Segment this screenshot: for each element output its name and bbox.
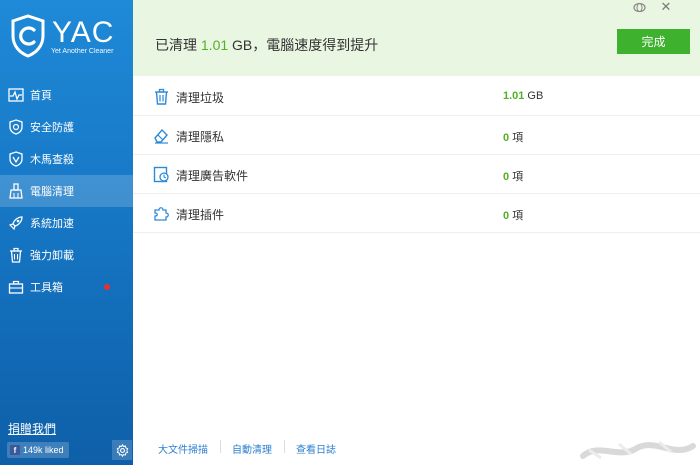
result-row-junk: 清理垃圾 1.01 GB: [133, 77, 700, 116]
sidebar-item-toolbox[interactable]: 工具箱: [0, 271, 133, 303]
trash-icon: [8, 247, 24, 263]
close-icon: ✕: [660, 0, 672, 14]
skin-button[interactable]: [629, 0, 649, 14]
result-value: 1.01 GB: [503, 90, 544, 102]
result-list: 清理垃圾 1.01 GB 清理隱私 0項 清理廣告軟件 0項 清理插件 0項: [133, 77, 700, 233]
sidebar-item-trojan-scan[interactable]: 木馬查殺: [0, 143, 133, 175]
result-row-plugins: 清理插件 0項: [133, 194, 700, 233]
cleaned-amount: 1.01: [200, 37, 229, 53]
clean-result-title: 已清理 1.01 GB，電腦速度得到提升: [155, 35, 378, 55]
view-log-link[interactable]: 查看日誌: [296, 441, 336, 456]
result-header: 已清理 1.01 GB，電腦速度得到提升 完成 ✕: [133, 0, 700, 76]
close-button[interactable]: ✕: [656, 0, 676, 14]
facebook-like-button[interactable]: f 149k liked: [7, 442, 69, 458]
puzzle-icon: [153, 205, 170, 222]
title-prefix: 已清理: [155, 37, 197, 53]
sidebar-item-speedup[interactable]: 系統加速: [0, 207, 133, 239]
settings-button[interactable]: [112, 440, 132, 460]
watermark-image: [580, 440, 696, 460]
result-row-adware: 清理廣告軟件 0項: [133, 155, 700, 194]
footer-divider: [284, 440, 285, 453]
footer-divider: [220, 440, 221, 453]
facebook-likes: 149k liked: [23, 445, 64, 455]
sidebar-item-label: 安全防護: [30, 122, 74, 134]
done-button[interactable]: 完成: [617, 29, 690, 54]
sidebar-item-label: 首頁: [30, 90, 52, 102]
gear-icon: [116, 443, 128, 457]
sidebar-nav: 首頁 安全防護 木馬查殺 電腦清理 系統加速 強力卸載 工具箱: [0, 79, 133, 303]
eraser-icon: [153, 127, 170, 144]
shield-icon: [8, 119, 24, 135]
result-value: 0項: [503, 132, 524, 144]
result-row-privacy: 清理隱私 0項: [133, 116, 700, 155]
sidebar-item-label: 強力卸載: [30, 250, 74, 262]
sidebar: YAC Yet Another Cleaner 首頁 安全防護 木馬查殺 電腦清…: [0, 0, 133, 465]
result-value: 0項: [503, 171, 524, 183]
main-panel: 已清理 1.01 GB，電腦速度得到提升 完成 ✕ 清理垃圾 1.01 GB 清…: [133, 0, 700, 465]
notification-dot: [104, 284, 110, 290]
skin-icon: [632, 2, 646, 12]
app-subtitle: Yet Another Cleaner: [51, 48, 114, 55]
sidebar-item-uninstall[interactable]: 強力卸載: [0, 239, 133, 271]
app-logo: YAC Yet Another Cleaner: [10, 14, 130, 64]
donate-link[interactable]: 捐贈我們: [8, 420, 56, 437]
pulse-icon: [8, 87, 24, 103]
result-label: 清理隱私: [176, 130, 225, 144]
sidebar-item-pc-clean[interactable]: 電腦清理: [0, 175, 133, 207]
title-suffix: GB，電腦速度得到提升: [232, 37, 379, 53]
result-label: 清理插件: [176, 208, 225, 222]
result-value: 0項: [503, 210, 524, 222]
auto-clean-link[interactable]: 自動清理: [232, 441, 272, 456]
trash-icon: [153, 88, 170, 105]
sidebar-item-label: 系統加速: [30, 218, 74, 230]
sidebar-item-home[interactable]: 首頁: [0, 79, 133, 111]
large-file-scan-link[interactable]: 大文件掃描: [158, 441, 208, 456]
toolbox-icon: [8, 279, 24, 295]
app-name: YAC: [52, 16, 115, 49]
sidebar-item-label: 電腦清理: [30, 186, 74, 198]
sidebar-item-label: 工具箱: [30, 282, 63, 294]
sidebar-item-security[interactable]: 安全防護: [0, 111, 133, 143]
facebook-icon: f: [10, 445, 20, 455]
result-label: 清理垃圾: [176, 91, 225, 105]
result-label: 清理廣告軟件: [176, 169, 249, 183]
ad-clock-icon: [153, 166, 170, 183]
sidebar-item-label: 木馬查殺: [30, 154, 74, 166]
broom-icon: [8, 183, 24, 199]
shield-logo-icon: [11, 14, 45, 58]
footer-links: 大文件掃描 自動清理 查看日誌: [133, 430, 700, 465]
shield-v-icon: [8, 151, 24, 167]
rocket-icon: [8, 215, 24, 231]
